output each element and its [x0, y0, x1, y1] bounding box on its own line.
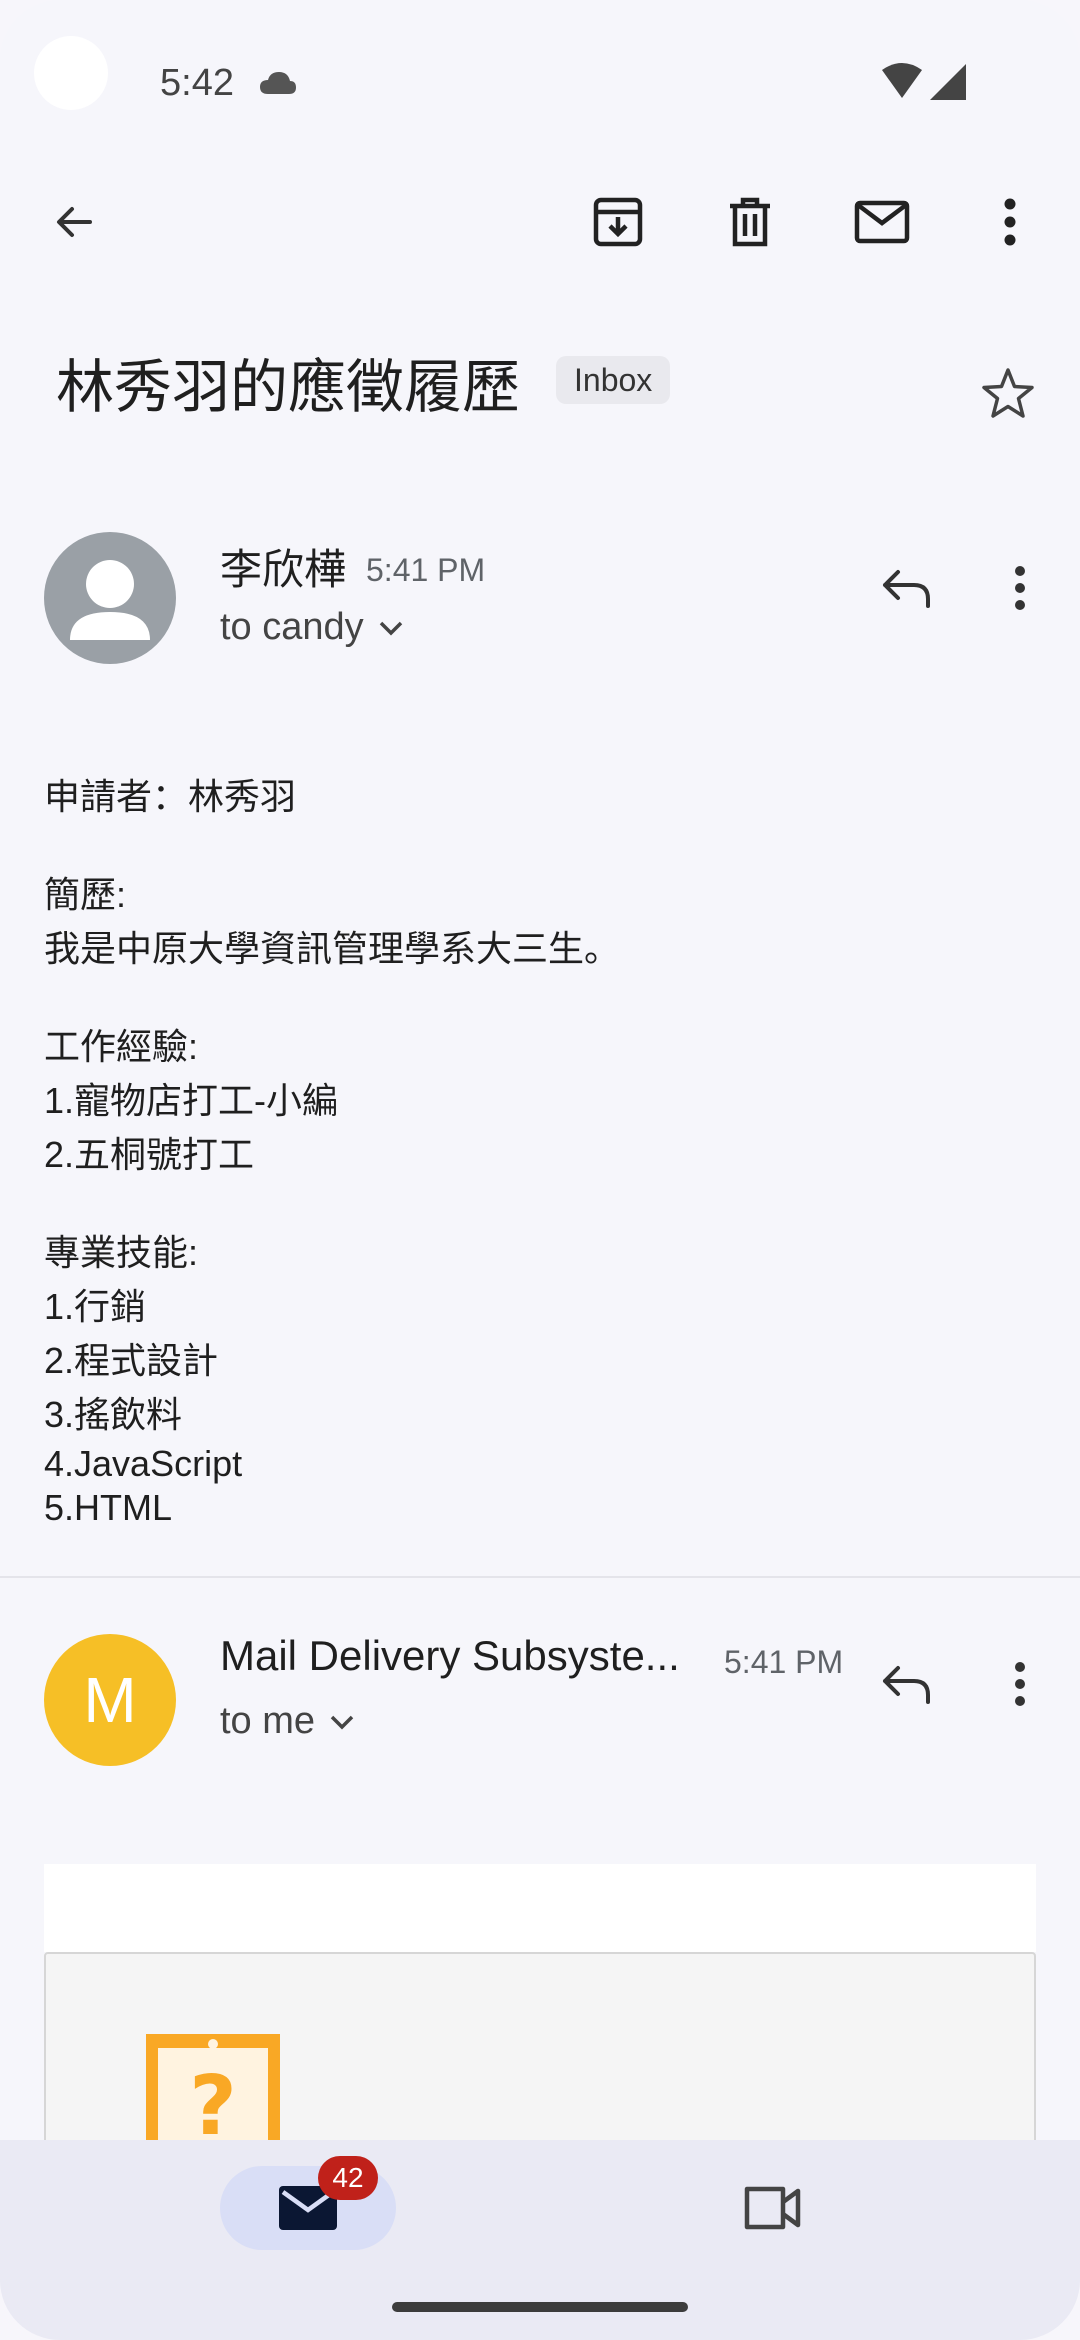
- skill-item: 4.JavaScript: [44, 1443, 243, 1484]
- skill-item: 1.行銷: [44, 1286, 147, 1327]
- more-options-button[interactable]: [962, 174, 1058, 270]
- delete-button[interactable]: [702, 174, 798, 270]
- mark-unread-button[interactable]: [834, 174, 930, 270]
- resume-heading: 簡歷:: [44, 874, 127, 915]
- chevron-down-icon: [379, 621, 402, 635]
- reply-icon: [883, 570, 930, 608]
- inbox-label-chip[interactable]: Inbox: [556, 356, 671, 404]
- archive-icon: [593, 197, 643, 247]
- archive-button[interactable]: [570, 174, 666, 270]
- person-icon: [70, 560, 150, 640]
- skill-item: 5.HTML: [44, 1487, 173, 1528]
- recipient-text: to me: [220, 1700, 316, 1742]
- experience-item: 1.寵物店打工-小編: [44, 1080, 339, 1121]
- email-subject: 林秀羽的應徵履歷: [56, 355, 521, 420]
- trash-icon: [730, 197, 770, 247]
- more-vert-icon: [1015, 1662, 1025, 1706]
- message-time: 5:41 PM: [724, 1644, 844, 1680]
- message-header[interactable]: M Mail Delivery Subsyste... 5:41 PM to m…: [0, 1632, 1080, 1792]
- message-more-button[interactable]: [972, 1636, 1068, 1732]
- nav-tab-meet[interactable]: [724, 2166, 820, 2250]
- message-time: 5:41 PM: [366, 552, 486, 588]
- back-button[interactable]: [26, 174, 122, 270]
- message-body: 申請者：林秀羽 簡歷: 我是中原大學資訊管理學系大三生。 工作經驗: 1.寵物店…: [44, 770, 1034, 1530]
- experience-heading: 工作經驗:: [44, 1026, 199, 1067]
- resume-section: 簡歷: 我是中原大學資訊管理學系大三生。: [44, 868, 1034, 976]
- applicant-line: 申請者：林秀羽: [44, 776, 297, 817]
- cloud-icon: [260, 72, 296, 94]
- video-camera-icon: [744, 2186, 801, 2230]
- avatar[interactable]: M: [44, 1634, 176, 1766]
- message-more-button[interactable]: [972, 540, 1068, 636]
- recipient-text: to candy: [220, 606, 364, 648]
- reply-button[interactable]: [858, 540, 954, 636]
- signal-icon: [930, 64, 966, 100]
- status-time: 5:42: [160, 62, 234, 104]
- recipient-toggle[interactable]: to me: [220, 1700, 355, 1743]
- chevron-down-icon: [330, 1715, 354, 1729]
- email-screen: 5:42 林秀羽的應徵履歷 Inbox 李欣樺 5:41 PM to candy…: [0, 0, 1080, 2340]
- experience-section: 工作經驗: 1.寵物店打工-小編 2.五桐號打工: [44, 1020, 1034, 1182]
- skills-section: 專業技能: 1.行銷 2.程式設計 3.搖飲料 4.JavaScript 5.H…: [44, 1226, 1034, 1530]
- reply-button[interactable]: [858, 1636, 954, 1732]
- avatar[interactable]: [44, 532, 176, 664]
- top-app-bar: [0, 170, 1080, 280]
- reply-icon: [883, 1666, 930, 1704]
- skill-item: 3.搖飲料: [44, 1394, 183, 1435]
- sender-name: 李欣樺: [220, 546, 347, 593]
- skill-item: 2.程式設計: [44, 1340, 219, 1381]
- camera-cutout: [34, 36, 108, 110]
- star-icon: [982, 368, 1034, 418]
- more-vert-icon: [1015, 566, 1025, 610]
- message-header[interactable]: 李欣樺 5:41 PM to candy: [0, 530, 1080, 690]
- bounce-message-header-area: [44, 1864, 1036, 1952]
- mail-icon: [854, 200, 910, 244]
- unread-count-badge: 42: [318, 2156, 378, 2200]
- star-button[interactable]: [960, 346, 1056, 442]
- experience-item: 2.五桐號打工: [44, 1134, 255, 1175]
- more-vert-icon: [1004, 198, 1016, 246]
- skills-heading: 專業技能:: [44, 1232, 199, 1273]
- resume-text: 我是中原大學資訊管理學系大三生。: [44, 928, 621, 969]
- home-indicator[interactable]: [392, 2302, 688, 2312]
- wifi-icon: [882, 63, 922, 98]
- arrow-back-icon: [57, 207, 92, 237]
- subject-row: 林秀羽的應徵履歷 Inbox: [56, 340, 1056, 440]
- status-bar: 5:42: [0, 0, 1080, 150]
- recipient-toggle[interactable]: to candy: [220, 606, 404, 649]
- sender-name: Mail Delivery Subsyste...: [220, 1632, 680, 1679]
- warning-icon: ?: [146, 2034, 280, 2154]
- message-divider: [0, 1576, 1080, 1578]
